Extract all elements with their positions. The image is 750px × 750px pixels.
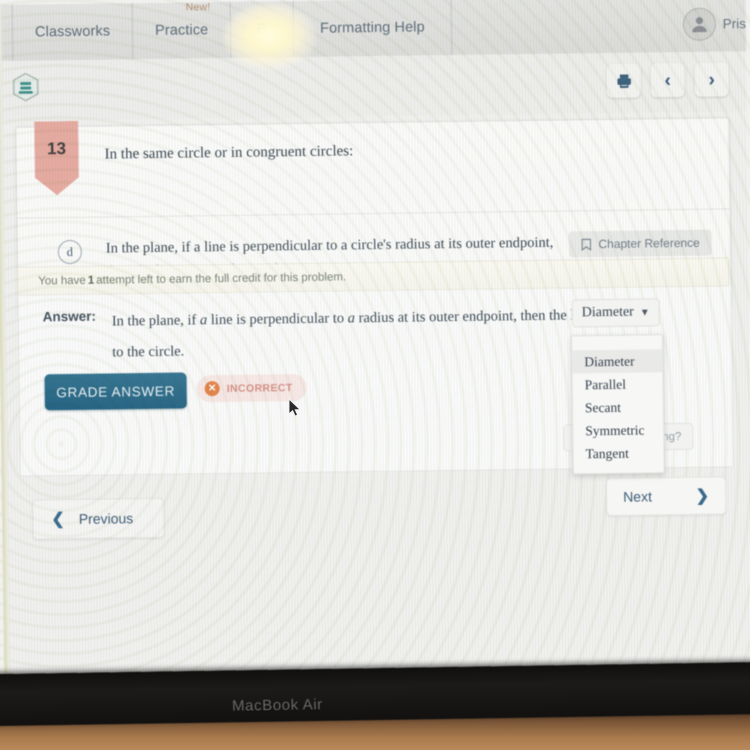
- dropdown-option-secant[interactable]: Secant: [573, 395, 663, 419]
- avatar: [682, 7, 716, 41]
- print-button[interactable]: [606, 63, 641, 98]
- tab-obscured-b[interactable]: B: [230, 1, 295, 58]
- tab-practice[interactable]: Practice: [132, 1, 232, 60]
- dropdown-option-parallel[interactable]: Parallel: [573, 372, 663, 396]
- next-button[interactable]: Next ❯: [605, 476, 727, 516]
- problem-number-ribbon: 13: [34, 121, 79, 196]
- macbook-air-label: MacBook Air: [231, 696, 323, 715]
- chapter-reference-label: Chapter Reference: [598, 235, 700, 252]
- user-menu[interactable]: Pris: [682, 7, 746, 41]
- nav-tabs: Classworks Practice B Formatting Help: [11, 0, 453, 61]
- hexagon-book-icon[interactable]: [12, 72, 39, 102]
- problem-prompt-text: In the same circle or in congruent circl…: [104, 143, 354, 163]
- dropdown-option-label: Diameter: [584, 353, 635, 369]
- status-badge-label: INCORRECT: [226, 381, 293, 395]
- attempt-prefix: You have: [38, 274, 86, 287]
- previous-label: Previous: [78, 510, 134, 527]
- tab-label: Formatting Help: [319, 19, 425, 37]
- dropdown-option-label: Secant: [584, 399, 622, 415]
- answer-italic-a-2: a: [347, 310, 356, 327]
- bookmark-icon: [581, 238, 591, 251]
- previous-page-button[interactable]: ‹: [650, 62, 685, 98]
- problem-prompt-row: 13 In the same circle or in congruent ci…: [16, 118, 730, 219]
- chevron-right-icon: ❯: [695, 487, 710, 505]
- grade-answer-button[interactable]: GRADE ANSWER: [44, 372, 187, 411]
- laptop-screen: Classworks Practice B Formatting Help Ne…: [0, 0, 750, 692]
- user-name: Pris: [722, 16, 747, 32]
- answer-text-mid-2: radius at its outer endpoint, then the l…: [358, 306, 606, 327]
- action-strip: ‹ ›: [0, 51, 748, 121]
- dropdown-option-label: Parallel: [584, 376, 626, 392]
- tab-formatting-help[interactable]: Formatting Help: [293, 0, 453, 58]
- chevron-left-icon: ❮: [51, 511, 65, 529]
- previous-button[interactable]: ❮ Previous: [32, 497, 165, 540]
- grade-answer-label: GRADE ANSWER: [56, 383, 176, 400]
- answer-label: Answer:: [42, 308, 97, 325]
- answer-text-mid-1: line is perpendicular to: [210, 310, 345, 329]
- dropdown-option-tangent[interactable]: Tangent: [573, 441, 663, 465]
- answer-italic-a-1: a: [199, 312, 208, 329]
- dropdown-option-label: Tangent: [585, 445, 629, 461]
- part-letter-badge: d: [57, 239, 83, 265]
- chevron-left-icon: ‹: [664, 69, 671, 91]
- tab-classworks[interactable]: Classworks: [11, 3, 134, 61]
- photo-of-laptop-screen: Classworks Practice B Formatting Help Ne…: [0, 0, 750, 750]
- x-circle-icon: ✕: [204, 381, 220, 397]
- chevron-down-icon: ▼: [639, 306, 650, 319]
- answer-select[interactable]: Diameter ▼: [571, 298, 660, 328]
- toolbar-icon-buttons: ‹ ›: [606, 62, 729, 98]
- attempt-count: 1: [87, 274, 95, 287]
- answer-select-value: Diameter: [581, 304, 634, 321]
- dropdown-option-diameter[interactable]: Diameter: [572, 349, 663, 374]
- chapter-reference-button[interactable]: Chapter Reference: [568, 229, 712, 258]
- attempt-suffix: attempt left to earn the full credit for…: [96, 270, 347, 287]
- answer-text-before: In the plane, if: [111, 312, 197, 330]
- tab-label: Classworks: [34, 23, 111, 41]
- dropdown-option-label: Symmetric: [585, 421, 645, 438]
- web-app: Classworks Practice B Formatting Help Ne…: [0, 0, 750, 691]
- next-page-button[interactable]: ›: [694, 62, 729, 97]
- mouse-cursor: [288, 397, 302, 423]
- next-label: Next: [623, 488, 653, 505]
- answer-sentence-line2: to the circle.: [112, 343, 185, 361]
- new-badge: New!: [185, 1, 211, 14]
- answer-select-dropdown[interactable]: Diameter Parallel Secant Symmetric Tange…: [571, 334, 665, 475]
- dropdown-option-symmetric[interactable]: Symmetric: [573, 418, 663, 442]
- chevron-right-icon: ›: [708, 69, 715, 91]
- problem-number: 13: [46, 139, 67, 159]
- tab-label: B: [257, 21, 268, 38]
- tab-label: Practice: [155, 22, 209, 39]
- print-icon: [616, 73, 631, 88]
